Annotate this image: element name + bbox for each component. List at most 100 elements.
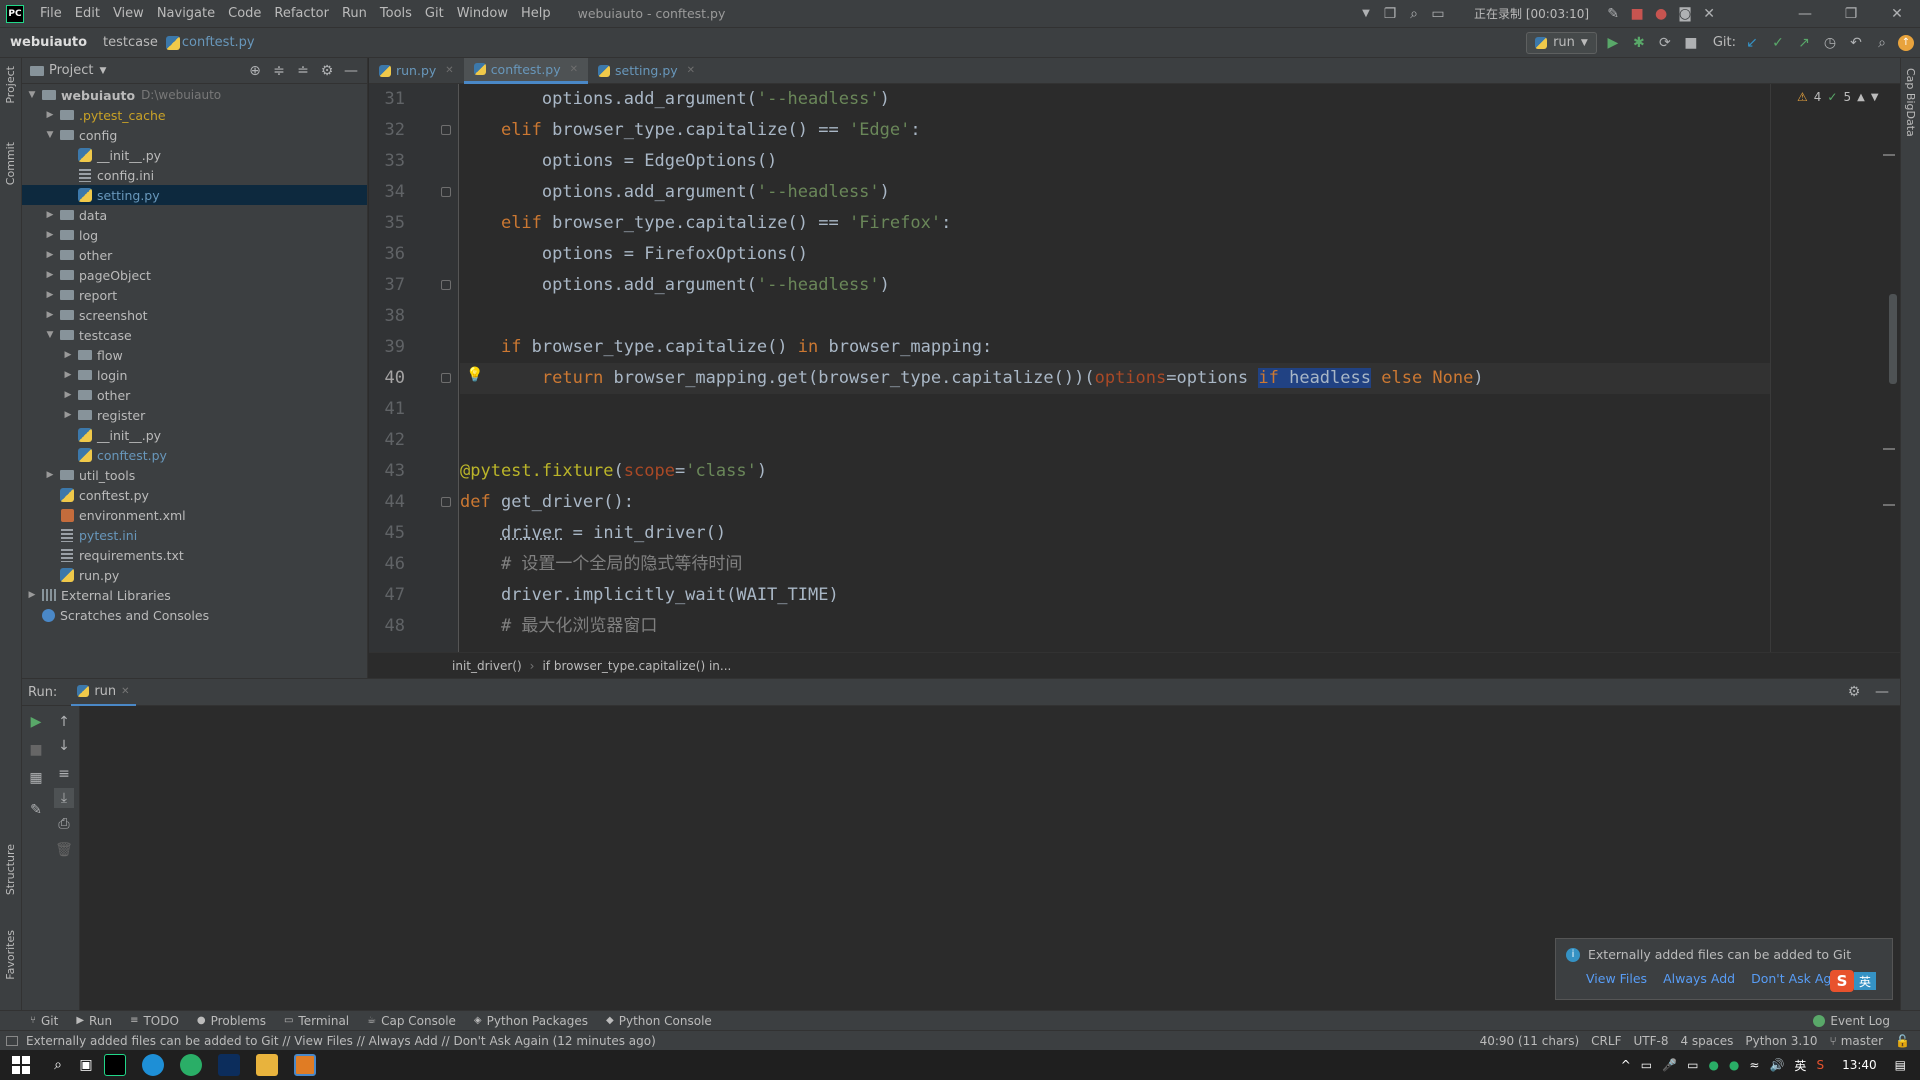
sogou-tray-icon[interactable]: S bbox=[1816, 1058, 1824, 1072]
status-toggle-icon[interactable] bbox=[6, 1035, 18, 1046]
line-number[interactable]: 35 bbox=[375, 213, 405, 233]
line-number[interactable]: 32 bbox=[375, 120, 405, 140]
close-tab-icon[interactable]: ✕ bbox=[687, 65, 695, 76]
tree-item[interactable]: ▶ util_tools bbox=[22, 465, 367, 485]
always-add-link[interactable]: Always Add bbox=[1663, 971, 1735, 986]
hide-icon[interactable]: — bbox=[1872, 682, 1892, 702]
line-number[interactable]: 39 bbox=[375, 337, 405, 357]
chevron-right-icon[interactable]: ▶ bbox=[44, 270, 56, 280]
project-tool-button[interactable]: Project bbox=[4, 66, 17, 104]
editor-scrollbar-area[interactable]: ⚠ 4 ✓ 5 ▲ ▼ bbox=[1770, 84, 1900, 652]
tree-item[interactable]: ▶ External Libraries bbox=[22, 585, 367, 605]
editor-tab[interactable]: conftest.py ✕ bbox=[463, 57, 589, 84]
code-line[interactable]: options.add_argument('--headless') bbox=[460, 84, 890, 115]
menu-navigate[interactable]: Navigate bbox=[157, 6, 215, 21]
line-number[interactable]: 47 bbox=[375, 585, 405, 605]
battery-icon[interactable]: ▭ bbox=[1687, 1058, 1698, 1072]
restore-icon[interactable]: ❐ bbox=[1380, 4, 1400, 24]
close-tab-icon[interactable]: ✕ bbox=[570, 64, 578, 75]
indent-setting[interactable]: 4 spaces bbox=[1680, 1034, 1733, 1048]
tree-item[interactable]: requirements.txt bbox=[22, 545, 367, 565]
tool-window-todo[interactable]: ≡ TODO bbox=[130, 1014, 179, 1028]
code-line[interactable]: elif browser_type.capitalize() == 'Edge'… bbox=[460, 115, 921, 146]
search-icon[interactable]: ⌕ bbox=[48, 1055, 68, 1075]
tree-item[interactable]: ▶ login bbox=[22, 365, 367, 385]
tree-item[interactable]: ▶ data bbox=[22, 205, 367, 225]
tree-item[interactable]: environment.xml bbox=[22, 505, 367, 525]
camera-icon[interactable]: ◙ bbox=[1675, 4, 1695, 24]
fold-icon[interactable] bbox=[441, 497, 451, 507]
python-interpreter[interactable]: Python 3.10 bbox=[1745, 1034, 1817, 1048]
line-number[interactable]: 36 bbox=[375, 244, 405, 264]
stop-icon[interactable]: ■ bbox=[26, 740, 46, 760]
line-number[interactable]: 45 bbox=[375, 523, 405, 543]
search-icon[interactable]: ⌕ bbox=[1404, 4, 1424, 24]
arrow-down-icon[interactable]: ↓ bbox=[54, 736, 74, 756]
menu-tools[interactable]: Tools bbox=[380, 6, 412, 21]
chevron-right-icon[interactable]: ▶ bbox=[26, 590, 38, 600]
windows-start-icon[interactable] bbox=[12, 1056, 30, 1074]
fold-icon[interactable] bbox=[441, 373, 451, 383]
arrow-up-icon[interactable]: ↑ bbox=[54, 712, 74, 732]
collapse-all-icon[interactable]: ≐ bbox=[293, 61, 313, 81]
tree-item[interactable]: setting.py bbox=[22, 185, 367, 205]
rollback-icon[interactable]: ↶ bbox=[1846, 33, 1866, 53]
chevron-down-icon[interactable]: ▼ bbox=[1871, 92, 1879, 103]
caret-position[interactable]: 40:90 (11 chars) bbox=[1480, 1034, 1580, 1048]
run-icon[interactable]: ▶ bbox=[1603, 33, 1623, 53]
chevron-down-icon[interactable]: ▼ bbox=[44, 130, 56, 140]
git-push-icon[interactable]: ↗ bbox=[1794, 33, 1814, 53]
tray-chevron-up-icon[interactable]: ^ bbox=[1621, 1058, 1631, 1072]
wifi-icon[interactable]: ≈ bbox=[1749, 1058, 1759, 1072]
tool-window-git[interactable]: ⑂ Git bbox=[30, 1014, 58, 1028]
tool-window-cap-console[interactable]: ☕ Cap Console bbox=[367, 1014, 456, 1028]
chevron-right-icon[interactable]: ▶ bbox=[62, 370, 74, 380]
rerun-icon[interactable]: ▶ bbox=[26, 712, 46, 732]
window-icon[interactable]: ▭ bbox=[1428, 4, 1448, 24]
breadcrumb-folder[interactable]: testcase bbox=[103, 35, 158, 50]
git-update-icon[interactable]: ↙ bbox=[1742, 33, 1762, 53]
code-line[interactable]: # 最大化浏览器窗口 bbox=[460, 611, 657, 642]
chevron-right-icon[interactable]: ▶ bbox=[62, 410, 74, 420]
code-line[interactable]: options = EdgeOptions() bbox=[460, 146, 777, 177]
menu-view[interactable]: View bbox=[113, 6, 144, 21]
tree-item[interactable]: ▶ report bbox=[22, 285, 367, 305]
menu-refactor[interactable]: Refactor bbox=[274, 6, 329, 21]
ime-indicator[interactable]: 英 bbox=[1794, 1057, 1806, 1074]
chevron-down-icon[interactable]: ▼ bbox=[44, 330, 56, 340]
editor-tab[interactable]: run.py ✕ bbox=[369, 58, 464, 84]
recorder-icon[interactable] bbox=[294, 1054, 316, 1076]
menu-git[interactable]: Git bbox=[425, 6, 444, 21]
task-view-icon[interactable]: ▣ bbox=[76, 1055, 96, 1075]
code-line[interactable]: options.add_argument('--headless') bbox=[460, 177, 890, 208]
git-branch[interactable]: ⑂ master bbox=[1830, 1034, 1884, 1048]
close-tab-icon[interactable]: ✕ bbox=[445, 65, 453, 76]
menu-help[interactable]: Help bbox=[521, 6, 551, 21]
breadcrumb-function[interactable]: init_driver() bbox=[452, 659, 522, 673]
intention-bulb-icon[interactable]: 💡 bbox=[466, 367, 483, 383]
line-number[interactable]: 33 bbox=[375, 151, 405, 171]
delete-icon[interactable]: 🗑 bbox=[54, 840, 74, 860]
chevron-right-icon[interactable]: ▶ bbox=[44, 230, 56, 240]
clock[interactable]: 13:40 bbox=[1842, 1058, 1877, 1072]
debug-icon[interactable]: ✱ bbox=[1629, 33, 1649, 53]
run-config-selector[interactable]: run ▼ bbox=[1526, 31, 1597, 54]
tool-window-python-console[interactable]: ◆ Python Console bbox=[606, 1014, 712, 1028]
expand-all-icon[interactable]: ≑ bbox=[269, 61, 289, 81]
tree-item[interactable]: conftest.py bbox=[22, 445, 367, 465]
menu-file[interactable]: File bbox=[40, 6, 62, 21]
tray-monitor-icon[interactable]: ▭ bbox=[1641, 1058, 1652, 1072]
tree-item[interactable]: ▼ config bbox=[22, 125, 367, 145]
tree-item[interactable]: run.py bbox=[22, 565, 367, 585]
close-icon[interactable]: ✕ bbox=[1874, 4, 1920, 24]
tree-item[interactable]: Scratches and Consoles bbox=[22, 605, 367, 625]
event-log-button[interactable]: Event Log bbox=[1830, 1014, 1890, 1028]
menu-run[interactable]: Run bbox=[342, 6, 367, 21]
tool-window-terminal[interactable]: ▭ Terminal bbox=[284, 1014, 349, 1028]
gear-icon[interactable]: ⚙ bbox=[317, 61, 337, 81]
maximize-icon[interactable]: ❐ bbox=[1828, 4, 1874, 24]
stop-record-icon[interactable]: ● bbox=[1651, 4, 1671, 24]
code-line[interactable]: options = FirefoxOptions() bbox=[460, 239, 808, 270]
tree-item[interactable]: __init__.py bbox=[22, 425, 367, 445]
code-editor[interactable]: options.add_argument('--headless') elif … bbox=[460, 84, 1770, 652]
